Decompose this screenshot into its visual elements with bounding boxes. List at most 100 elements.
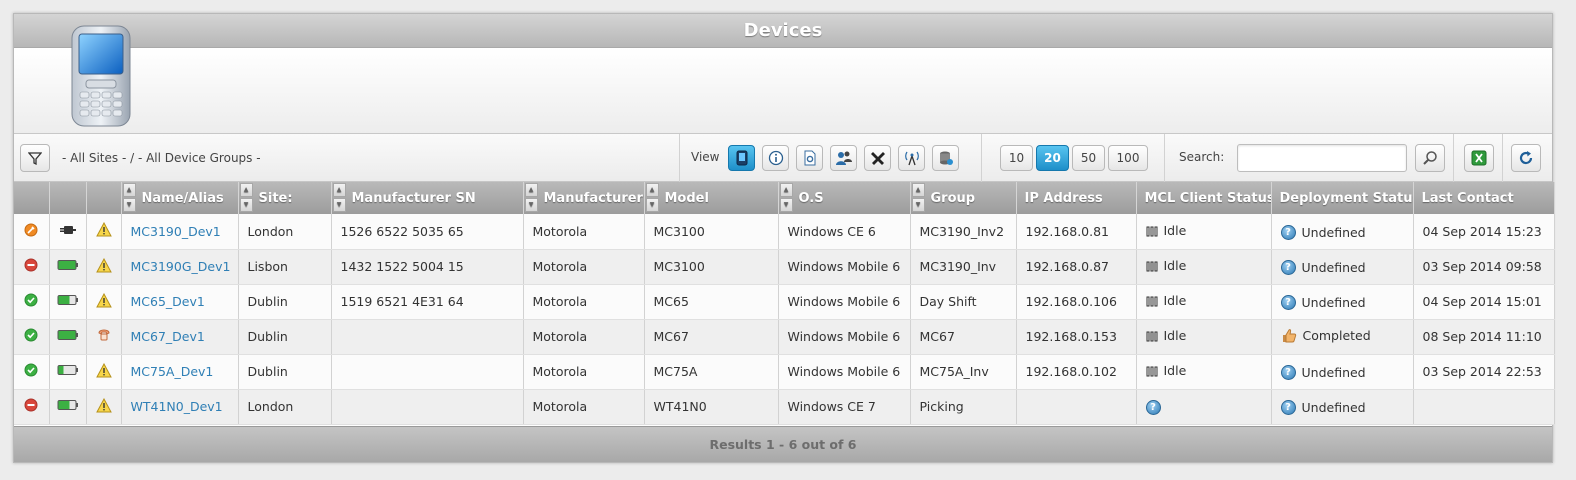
- mcl-status: Idle: [1163, 363, 1187, 379]
- mcl-status: Idle: [1163, 258, 1187, 274]
- group-cell: MC3190_Inv: [910, 249, 1017, 285]
- page-size-50-button[interactable]: 50: [1072, 145, 1105, 171]
- view-database-button[interactable]: [932, 145, 959, 171]
- antenna-icon: [904, 151, 919, 166]
- warning-icon: [95, 257, 112, 272]
- pending-icon: [24, 223, 38, 237]
- search-button[interactable]: [1415, 144, 1445, 172]
- deployment-cell: ? Undefined: [1271, 249, 1414, 285]
- devices-table: ▲ ▼ Name/Alias ▲ ▼ Site: ▲ ▼ Manufacturer SN ▲…: [14, 182, 1555, 425]
- ip-cell: [1016, 389, 1137, 425]
- document-settings-icon: [804, 150, 815, 166]
- col-label: Model: [664, 190, 709, 206]
- export-excel-button[interactable]: [1464, 144, 1494, 172]
- sort-control[interactable]: ▲ ▼: [332, 183, 346, 212]
- col-name-header[interactable]: ▲ ▼ Name/Alias: [121, 182, 239, 214]
- sort-control[interactable]: ▲ ▼: [911, 183, 925, 212]
- tools-icon: [870, 152, 885, 165]
- col-group-header[interactable]: ▲ ▼ Group: [910, 182, 1017, 214]
- col-site-header[interactable]: ▲ ▼ Site:: [238, 182, 332, 214]
- last-contact-cell: 08 Sep 2014 11:10: [1413, 319, 1555, 355]
- table-row[interactable]: MC75A_Dev1 Dublin Motorola MC75A Windows Mob…: [14, 354, 1555, 390]
- table-row[interactable]: MC3190_Dev1 London 1526 6522 5035 65 Motoro…: [14, 214, 1555, 250]
- last-contact-cell: [1413, 389, 1555, 425]
- view-info-button[interactable]: [762, 145, 789, 171]
- search-label: Search:: [1179, 150, 1225, 164]
- sort-control[interactable]: ▲ ▼: [122, 183, 136, 212]
- site-cell: Dublin: [238, 319, 332, 355]
- thumbs-up-icon: [1282, 328, 1296, 342]
- question-icon: ?: [1280, 365, 1296, 380]
- model-cell: WT41N0: [644, 389, 779, 425]
- group-cell: Day Shift: [910, 284, 1017, 320]
- view-label: View: [691, 150, 720, 164]
- alert-cell: [86, 214, 122, 250]
- mobile-icon: [736, 150, 747, 166]
- group-cell: MC75A_Inv: [910, 354, 1017, 390]
- table-row[interactable]: MC65_Dev1 Dublin 1519 6521 4E31 64 Motorola…: [14, 284, 1555, 320]
- device-state-cell: [14, 284, 50, 320]
- col-model-header[interactable]: ▲ ▼ Model: [644, 182, 779, 214]
- view-users-button[interactable]: [830, 145, 857, 171]
- users-icon: [835, 151, 852, 165]
- sort-control[interactable]: ▲ ▼: [239, 183, 253, 212]
- deployment-cell: ? Undefined: [1271, 214, 1414, 250]
- view-tools-button[interactable]: [864, 145, 891, 171]
- sort-control[interactable]: ▲ ▼: [524, 183, 538, 212]
- model-cell: MC75A: [644, 354, 779, 390]
- battery-icon: [57, 295, 78, 305]
- last-contact-cell: 03 Sep 2014 22:53: [1413, 354, 1555, 390]
- view-device-button[interactable]: [728, 145, 755, 171]
- col-label: Deployment Status: [1279, 190, 1413, 206]
- name-cell: MC65_Dev1: [121, 284, 239, 320]
- question-icon: ?: [1280, 224, 1296, 240]
- mcl-cell: ?: [1136, 389, 1272, 425]
- filter-button[interactable]: [20, 144, 50, 172]
- col-mcl-header[interactable]: MCL Client Status: [1136, 182, 1272, 214]
- sort-control[interactable]: ▲ ▼: [645, 183, 659, 212]
- refresh-button[interactable]: [1511, 144, 1541, 172]
- view-antenna-button[interactable]: [898, 145, 925, 171]
- col-label: Name/Alias: [141, 190, 224, 206]
- mcl-status: Idle: [1163, 293, 1187, 309]
- device-name-link[interactable]: MC65_Dev1: [131, 294, 205, 309]
- mcl-cell: Idle: [1136, 284, 1272, 320]
- sort-control[interactable]: ▲ ▼: [779, 183, 793, 212]
- device-name-link[interactable]: MC3190_Dev1: [131, 224, 221, 239]
- device-name-link[interactable]: MC75A_Dev1: [131, 364, 214, 379]
- col-battery-header: [49, 182, 87, 214]
- device-state-cell: [14, 319, 50, 355]
- device-name-link[interactable]: WT41N0_Dev1: [131, 399, 223, 414]
- name-cell: MC3190_Dev1: [121, 214, 239, 250]
- device-state-cell: [14, 354, 50, 390]
- view-details-button[interactable]: [796, 145, 823, 171]
- col-label: Last Contact: [1421, 190, 1514, 206]
- col-ip-header[interactable]: IP Address: [1016, 182, 1137, 214]
- table-row[interactable]: MC67_Dev1 Dublin Motorola MC67 Windows Mobil…: [14, 319, 1555, 355]
- online-icon: [24, 363, 38, 377]
- deployment-status: Undefined: [1301, 224, 1366, 240]
- deployment-cell: Completed: [1271, 319, 1414, 355]
- page-size-20-button[interactable]: 20: [1036, 145, 1069, 171]
- table-row[interactable]: WT41N0_Dev1 London Motorola WT41N0 Windows C…: [14, 389, 1555, 425]
- manufacturer-cell: Motorola: [523, 354, 645, 390]
- col-os-header[interactable]: ▲ ▼ O.S: [778, 182, 911, 214]
- search-input[interactable]: [1237, 144, 1407, 172]
- col-alert-header: [86, 182, 122, 214]
- question-icon: ?: [1145, 399, 1161, 415]
- table-row[interactable]: MC3190G_Dev1 Lisbon 1432 1522 5004 15 Motor…: [14, 249, 1555, 285]
- signal-bars-icon: [1146, 366, 1157, 377]
- page-size-100-button[interactable]: 100: [1108, 145, 1148, 171]
- phone-alert-icon: [97, 329, 110, 341]
- group-cell: Picking: [910, 389, 1017, 425]
- device-name-link[interactable]: MC67_Dev1: [131, 329, 205, 344]
- manufacturer-cell: Motorola: [523, 249, 645, 285]
- col-deployment-header[interactable]: Deployment Status: [1271, 182, 1414, 214]
- page-size-10-button[interactable]: 10: [1000, 145, 1033, 171]
- col-sn-header[interactable]: ▲ ▼ Manufacturer SN: [331, 182, 524, 214]
- col-manufacturer-header[interactable]: ▲ ▼ Manufacturer: [523, 182, 645, 214]
- deployment-status: Undefined: [1301, 295, 1366, 310]
- model-cell: MC67: [644, 319, 779, 355]
- col-last-contact-header[interactable]: Last Contact: [1413, 182, 1555, 214]
- device-name-link[interactable]: MC3190G_Dev1: [131, 259, 231, 274]
